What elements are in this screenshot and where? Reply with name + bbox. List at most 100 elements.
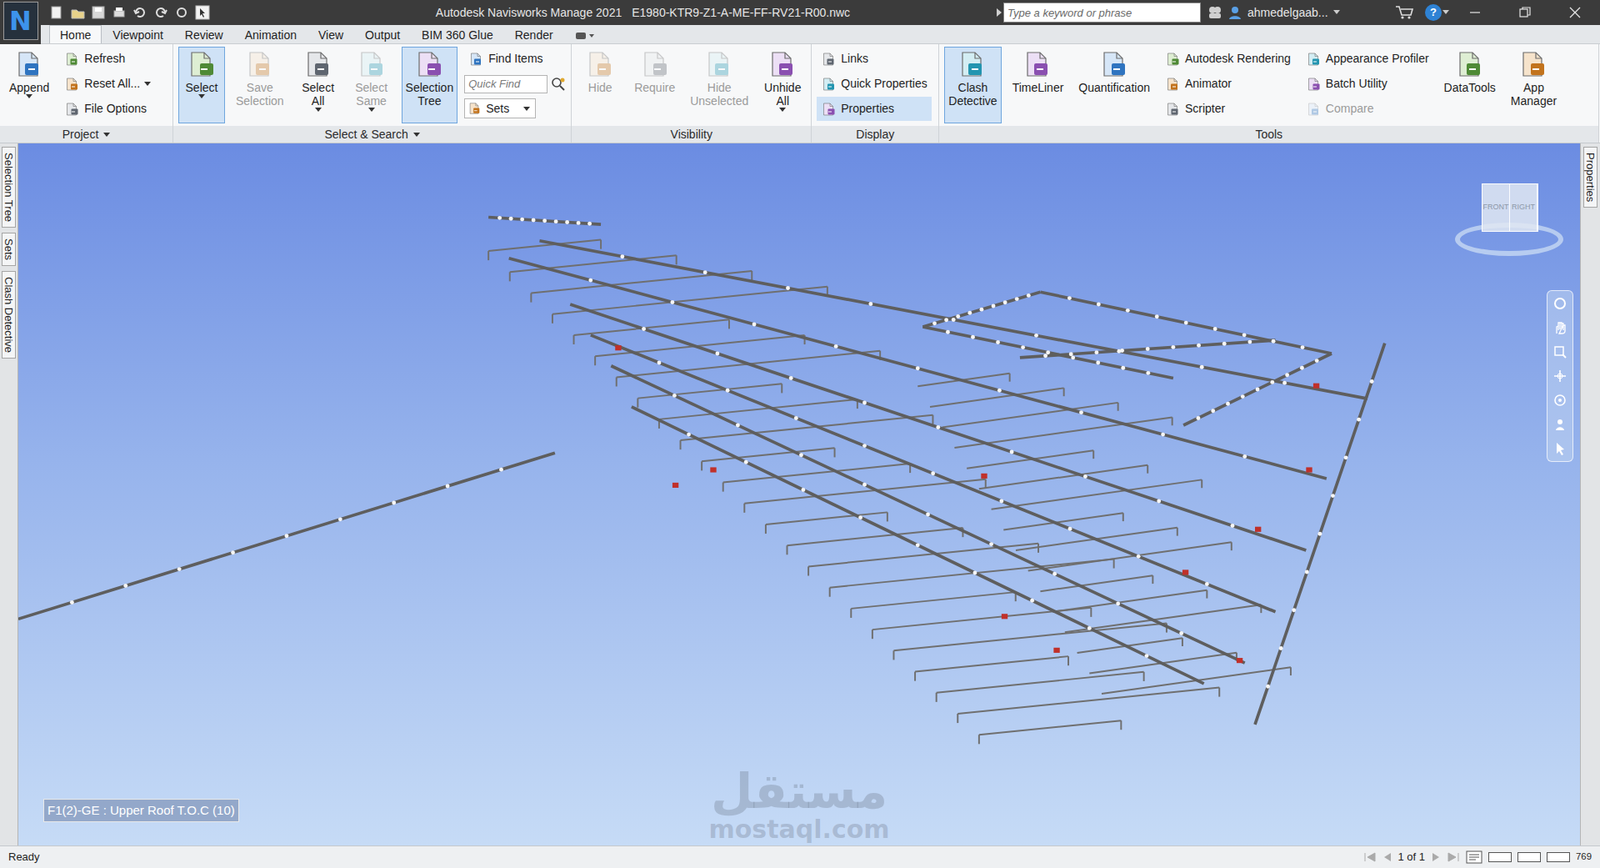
button-icon-holder[interactable] [64,50,80,68]
button-icon-holder[interactable] [467,100,482,118]
help-button[interactable]: ? [1425,4,1442,21]
button-icon-holder[interactable] [1305,50,1322,68]
button-icon-holder[interactable] [820,50,837,68]
ribbon-small-button[interactable]: Scripter [1160,96,1295,121]
button-icon-holder[interactable] [355,49,388,81]
ribbon-large-button[interactable]: App Manager [1506,46,1561,124]
button-icon-holder[interactable] [302,49,335,81]
quick-access-icon[interactable] [49,5,65,20]
ribbon-large-button[interactable]: Append [5,46,54,124]
button-icon-holder[interactable] [1305,100,1322,118]
dock-tab[interactable]: Properties [1583,146,1598,208]
magnifier-icon[interactable] [550,76,566,92]
viewcube[interactable]: FRONTRIGHT [1455,176,1564,260]
button-icon-holder[interactable] [244,49,276,81]
button-icon-holder[interactable] [1165,100,1181,118]
help-search-input[interactable] [1004,3,1200,22]
tab-label[interactable]: Render [515,26,554,45]
help-search[interactable] [1003,2,1201,23]
button-icon-holder[interactable] [13,49,45,81]
minimize-icon[interactable] [1468,5,1482,20]
button-icon-holder[interactable] [64,75,80,93]
dropdown-arrow-icon[interactable] [144,81,151,86]
tab-label[interactable]: View [318,26,344,45]
quick-access-icon[interactable] [90,5,106,20]
button-icon-holder[interactable] [468,50,485,68]
button-icon-holder[interactable] [185,49,218,81]
quick-find-input[interactable] [464,75,548,94]
viewcube-face[interactable]: FRONT [1482,184,1510,231]
button-label[interactable]: Hide Unselected [690,80,749,108]
button-label[interactable]: Scripter [1185,100,1225,118]
ribbon-large-button[interactable]: Save Selection [231,46,289,124]
button-icon-holder[interactable] [1305,75,1322,93]
button-icon-holder[interactable] [1165,75,1181,93]
search-button[interactable] [550,75,566,93]
expand-search-icon[interactable] [995,7,1004,18]
ribbon-small-button[interactable]: Find Items [464,46,566,71]
ribbon-large-button[interactable]: DataTools [1440,46,1500,124]
next-sheet-icon[interactable] [1430,850,1441,863]
ribbon-large-button[interactable]: TimeLiner [1008,46,1069,124]
ribbon-large-button[interactable]: Clash Detective [944,46,1001,124]
quick-access-icon[interactable] [132,5,148,20]
ribbon-small-button[interactable]: Appearance Profiler [1301,46,1434,71]
quick-access-icon[interactable] [153,5,169,20]
dropdown-arrow-icon[interactable] [198,94,205,99]
button-icon-holder[interactable] [766,49,799,81]
ribbon-small-button[interactable]: Reset All... [60,71,155,96]
ribbon-tab[interactable]: Animation [234,25,308,44]
button-icon-holder[interactable] [64,100,80,118]
button-label[interactable]: File Options [84,100,147,118]
restore-button[interactable] [1500,0,1550,25]
button-label[interactable]: TimeLiner [1012,80,1065,95]
navigation-tool-icon[interactable] [1552,320,1568,335]
ribbon-tab[interactable]: Render [504,25,565,44]
button-label[interactable]: Quantification [1078,80,1150,95]
dropdown-arrow-icon[interactable] [103,132,110,137]
scene-view[interactable]: FRONTRIGHTمستقلmostaql.comF1(2)-GE : Upp… [18,143,1580,845]
button-label[interactable]: Selection Tree [405,80,455,108]
button-label[interactable]: Reset All... [84,75,140,93]
navigation-tool-icon[interactable] [1552,295,1568,311]
dropdown-arrow-icon[interactable] [523,106,530,111]
ribbon-large-button[interactable]: Selection Tree [401,46,459,124]
button-icon-holder[interactable] [956,49,989,81]
button-label[interactable]: App Manager [1510,80,1557,108]
button-label[interactable]: Select All [301,80,335,108]
button-label[interactable]: Batch Utility [1325,75,1388,93]
quick-access-icon[interactable] [195,5,210,20]
button-label[interactable]: Sets [485,100,520,118]
button-label[interactable]: Appearance Profiler [1325,50,1430,68]
ribbon-options[interactable] [564,25,606,44]
first-sheet-icon[interactable] [1363,850,1377,863]
button-label[interactable]: Quick Properties [840,75,927,93]
button-icon-holder[interactable] [1454,49,1486,81]
ribbon-large-button[interactable]: Unhide All [759,46,806,124]
button-label[interactable]: Compare [1325,100,1375,118]
button-icon-holder[interactable] [820,100,837,118]
button-icon-holder[interactable] [639,49,671,81]
ribbon-large-button[interactable]: Quantification [1074,46,1155,124]
tab-label[interactable]: Output [365,26,400,45]
button-label[interactable]: Find Items [488,50,543,68]
ribbon-small-button[interactable]: File Options [60,96,155,121]
button-label[interactable]: Append [9,80,50,95]
button-label[interactable]: Select Same [355,80,388,108]
button-icon-holder[interactable] [413,49,445,81]
help-menu-arrow-icon[interactable] [1441,9,1450,16]
button-label[interactable]: DataTools [1444,80,1496,95]
last-sheet-icon[interactable] [1446,850,1460,863]
button-icon-holder[interactable] [584,49,616,81]
ribbon-options-icon[interactable] [575,30,595,41]
tab-label[interactable]: Viewpoint [112,26,163,45]
panel-title[interactable]: Project [0,125,173,143]
user-name[interactable]: ahmedelgaab... [1247,4,1329,22]
button-icon-holder[interactable] [703,49,735,81]
navigation-tool-icon[interactable] [1552,440,1568,456]
dock-tab[interactable]: Selection Tree [1,146,16,228]
ribbon-large-button[interactable]: Hide Unselected [685,46,753,124]
restore-icon[interactable] [1518,5,1532,20]
viewcube-box[interactable]: FRONTRIGHT [1481,183,1539,232]
button-label[interactable]: Unhide All [764,80,801,108]
